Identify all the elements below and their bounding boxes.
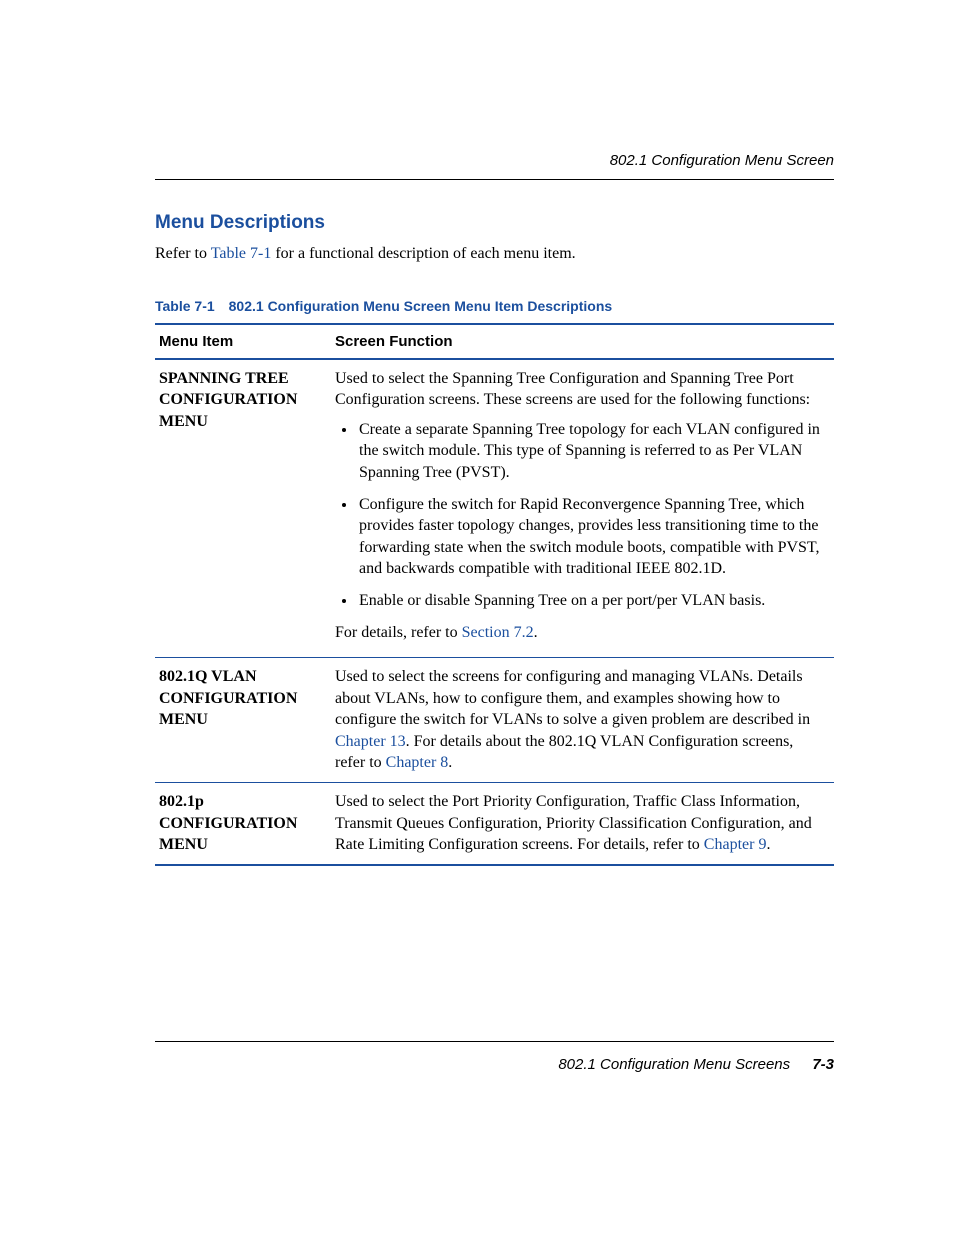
list-item: Configure the switch for Rapid Reconverg…	[357, 494, 826, 580]
footer-text: 802.1 Configuration Menu Screens 7-3	[155, 1054, 834, 1075]
table-row: 802.1Q VLAN CONFIGURATION MENU Used to s…	[155, 658, 834, 783]
page-header-title: 802.1 Configuration Menu Screen	[610, 152, 834, 169]
table-ref-link[interactable]: Table 7-1	[211, 245, 272, 262]
chapter-ref-link[interactable]: Chapter 8	[386, 754, 449, 771]
footer-rule	[155, 1041, 834, 1042]
menuitem-cell: 802.1Q VLAN CONFIGURATION MENU	[155, 658, 331, 783]
page-header: 802.1 Configuration Menu Screen	[155, 150, 834, 171]
function-cell: Used to select the Port Priority Configu…	[331, 783, 834, 865]
desc-before: Used to select the screens for configuri…	[335, 668, 810, 728]
chapter-ref-link[interactable]: Chapter 13	[335, 733, 406, 750]
table-row: 802.1p CONFIGURATION MENU Used to select…	[155, 783, 834, 865]
footer-title: 802.1 Configuration Menu Screens	[558, 1056, 790, 1073]
menuitem-cell: 802.1p CONFIGURATION MENU	[155, 783, 331, 865]
intro-paragraph: Refer to Table 7-1 for a functional desc…	[155, 243, 834, 265]
function-cell: Used to select the Spanning Tree Configu…	[331, 359, 834, 658]
list-item: Create a separate Spanning Tree topology…	[357, 419, 826, 484]
col-header-function: Screen Function	[331, 324, 834, 359]
table-caption: Table 7-1 802.1 Configuration Menu Scree…	[155, 297, 834, 317]
outro-after: .	[534, 624, 538, 641]
header-rule	[155, 179, 834, 180]
list-item: Enable or disable Spanning Tree on a per…	[357, 590, 826, 612]
table-row: SPANNING TREE CONFIGURATION MENU Used to…	[155, 359, 834, 658]
chapter-ref-link[interactable]: Chapter 9	[704, 836, 767, 853]
section-ref-link[interactable]: Section 7.2	[462, 624, 534, 641]
table-header-row: Menu Item Screen Function	[155, 324, 834, 359]
intro-text-after: for a functional description of each men…	[271, 245, 575, 262]
intro-text-before: Refer to	[155, 245, 211, 262]
section-heading: Menu Descriptions	[155, 210, 834, 237]
function-cell: Used to select the screens for configuri…	[331, 658, 834, 783]
menuitem-cell: SPANNING TREE CONFIGURATION MENU	[155, 359, 331, 658]
menu-descriptions-table: Menu Item Screen Function SPANNING TREE …	[155, 323, 834, 866]
col-header-menuitem: Menu Item	[155, 324, 331, 359]
page-number: 7-3	[812, 1056, 834, 1073]
bullet-list: Create a separate Spanning Tree topology…	[357, 419, 826, 612]
desc-after: .	[448, 754, 452, 771]
desc-after: .	[766, 836, 770, 853]
desc-outro: For details, refer to Section 7.2.	[335, 622, 826, 644]
outro-before: For details, refer to	[335, 624, 462, 641]
desc-intro: Used to select the Spanning Tree Configu…	[335, 368, 826, 411]
page-footer: 802.1 Configuration Menu Screens 7-3	[155, 1041, 834, 1075]
